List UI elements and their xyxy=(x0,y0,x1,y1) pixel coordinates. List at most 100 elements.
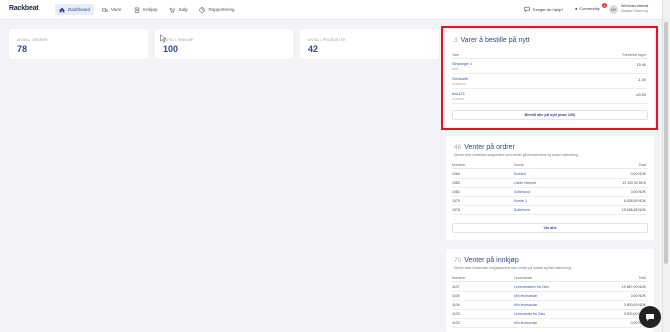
orders-count: 46 xyxy=(454,144,462,151)
home-icon xyxy=(59,7,65,13)
table-row[interactable]: 1104 Min leverandør 3 900,00 NOK xyxy=(452,301,648,310)
col-customer: Kunde xyxy=(514,163,525,167)
col-supplier: Leverandør xyxy=(514,276,532,280)
app-logo[interactable]: Rackbeat xyxy=(9,5,39,12)
help-label: Trenger du hjelp? xyxy=(532,7,564,12)
nav-item-varer[interactable]: Varer xyxy=(98,4,126,15)
community-link[interactable]: ● Community xyxy=(575,6,600,11)
stat-card-orders[interactable]: ANTALL ORDRER 78 xyxy=(9,29,148,59)
order-number: 1079 xyxy=(452,199,460,203)
purchases-description: Denne viser innkelsdan innkjøpsordrer so… xyxy=(454,266,572,270)
purchase-supplier[interactable]: Min leverandør xyxy=(514,303,537,307)
nav-label: Varer xyxy=(111,7,122,12)
stat-card-products[interactable]: ANTALL PRODUKTER 42 xyxy=(300,29,439,59)
community-icon: ● xyxy=(575,6,578,11)
col-total: Total xyxy=(638,163,646,167)
help-link[interactable]: Trenger du hjelp? xyxy=(524,6,563,13)
order-total: 9 028,95 NOK xyxy=(623,199,646,203)
orders-panel: 46 Venter på ordrer Denne viser innkelda… xyxy=(446,136,654,240)
cart-icon xyxy=(169,7,176,13)
table-row[interactable]: 1103 Leverandør fra Oslo 3 000,00 NOK xyxy=(452,310,648,319)
purchase-supplier[interactable]: Min leverandør xyxy=(514,294,537,298)
reorder-all-button[interactable]: Bestill alle på nytt (max 100) xyxy=(452,110,648,120)
order-customer[interactable]: Kunde4 xyxy=(514,172,526,176)
report-icon xyxy=(199,6,206,13)
user-menu[interactable]: Wichman Internal Madsen Rønning xyxy=(621,4,648,14)
purchase-total: 0,00 NOK xyxy=(630,294,646,298)
show-all-button[interactable]: Vis alle xyxy=(452,223,648,233)
purchases-panel: 70 Venter på innkjøp Denne viser innkels… xyxy=(446,249,654,332)
item-qty: -40.00 xyxy=(635,93,646,97)
table-row[interactable]: 1079 Kunde 1 9 028,95 NOK xyxy=(452,197,648,206)
stat-card-purchases[interactable]: ANTALL INNKJØP 100 xyxy=(155,29,293,59)
top-navigation-bar: Rackbeat Dashboard Varer Innkjøp Salg Ra… xyxy=(0,0,662,20)
item-name[interactable]: test123 xyxy=(452,92,464,96)
stat-value: 42 xyxy=(308,44,319,54)
community-label: Community xyxy=(579,6,600,11)
item-code: 1014T03 xyxy=(452,97,464,101)
avatar[interactable]: MH xyxy=(609,5,618,14)
table-row[interactable]: 1105 Min leverandør 0,00 NOK xyxy=(452,292,648,301)
panel-title: 46 Venter på ordrer xyxy=(454,144,515,151)
nav-label: Rapportering xyxy=(208,7,235,12)
order-customer[interactable]: Carlie Internal xyxy=(514,181,536,185)
clipboard-icon xyxy=(134,7,140,13)
purchase-total: 3 900,00 NOK xyxy=(623,303,646,307)
orders-description: Denne viser innkeldan sørgsordrer som ve… xyxy=(454,153,579,157)
scrollbar-thumb[interactable] xyxy=(664,22,668,264)
stat-value: 100 xyxy=(163,44,179,54)
table-row[interactable]: 1084 Kunde4 0,00 NOK xyxy=(452,170,648,179)
table-header: Vare Forventet lager xyxy=(452,51,648,59)
list-item[interactable]: Simpleget 1 3001 15.40 xyxy=(452,60,648,74)
col-number: Nummer xyxy=(452,276,466,280)
purchase-number: 1105 xyxy=(452,294,460,298)
table-row[interactable]: 1082 Sofiehund 0,00 NOK xyxy=(452,188,648,197)
purchase-total: 19 687,00 NOK xyxy=(621,285,646,289)
col-stock: Forventet lager xyxy=(622,53,646,57)
item-name[interactable]: Simpleget 1 xyxy=(452,62,472,66)
nav-label: Salg xyxy=(178,7,188,12)
table-header: Nummer Leverandør Total xyxy=(452,274,648,282)
table-row[interactable]: 1107 Leverandøren fra Oslo 19 687,00 NOK xyxy=(452,283,648,292)
nav-item-rapportering[interactable]: Rapportering xyxy=(195,4,238,15)
item-name[interactable]: Steckwell xyxy=(452,77,468,81)
reorder-count: 3 xyxy=(454,37,458,44)
nav-item-dashboard[interactable]: Dashboard xyxy=(55,4,95,15)
order-customer[interactable]: Sofiehund xyxy=(514,208,530,212)
order-customer[interactable]: Sofiehund xyxy=(514,190,530,194)
order-number: 1078 xyxy=(452,208,460,212)
table-row[interactable]: 1078 Sofiehund 19 188,28 NOK xyxy=(452,206,648,215)
stat-value: 78 xyxy=(17,44,28,54)
truck-icon xyxy=(102,7,108,13)
list-item[interactable]: test123 1014T03 -40.00 xyxy=(452,90,648,104)
purchase-supplier[interactable]: Leverandør fra Oslo xyxy=(514,312,545,316)
purchase-supplier[interactable]: Min leverandør xyxy=(514,321,537,325)
order-total: 0,00 NOK xyxy=(630,172,646,176)
list-item[interactable]: Steckwell 1016T01A -1.00 xyxy=(452,75,648,89)
purchase-supplier[interactable]: Leverandøren fra Oslo xyxy=(514,285,549,289)
order-number: 1082 xyxy=(452,190,460,194)
nav-item-salg[interactable]: Salg xyxy=(165,4,191,15)
nav-label: Dashboard xyxy=(68,7,91,12)
stat-label: ANTALL PRODUKTER xyxy=(308,38,346,42)
table-row[interactable]: 1102 Min leverandør 0,00 NOK xyxy=(452,319,648,328)
order-total: 0,00 NOK xyxy=(630,190,646,194)
nav-item-innkjop[interactable]: Innkjøp xyxy=(130,4,162,15)
purchase-number: 1104 xyxy=(452,303,460,307)
stat-label: ANTALL INNKJØP xyxy=(163,38,194,42)
purchase-number: 1107 xyxy=(452,285,460,289)
mouse-cursor-icon xyxy=(160,34,166,43)
purchase-number: 1102 xyxy=(452,321,460,325)
order-customer[interactable]: Kunde 1 xyxy=(514,199,527,203)
reorder-title: Varer å bestille på nytt xyxy=(460,37,530,44)
purchases-title: Venter på innkjøp xyxy=(464,257,519,264)
chat-icon xyxy=(646,314,654,321)
purchases-count: 70 xyxy=(454,257,462,264)
nav-label: Innkjøp xyxy=(142,7,158,12)
item-qty: -1.00 xyxy=(637,78,646,82)
col-number: Nummer xyxy=(452,163,466,167)
user-name: Madsen Rønning xyxy=(621,9,648,13)
col-total: Total xyxy=(638,276,646,280)
chat-widget-button[interactable] xyxy=(639,306,661,328)
table-row[interactable]: 1083 Carlie Internal 12 100,00 DKK xyxy=(452,179,648,188)
